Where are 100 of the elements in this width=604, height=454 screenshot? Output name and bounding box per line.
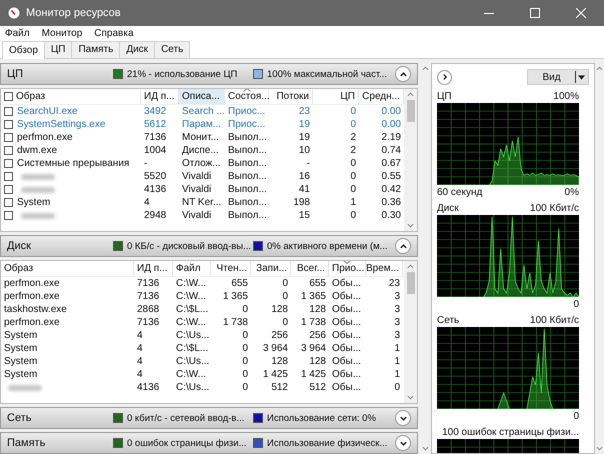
column-header[interactable]: Состоя... [225, 89, 269, 104]
scroll-down-icon[interactable] [422, 446, 429, 451]
table-cell: - [144, 158, 148, 169]
tab[interactable]: ЦП [44, 41, 72, 58]
table-cell: 7136 [137, 278, 160, 289]
table-cell: 3 964 [300, 343, 326, 354]
table-cell: 23 [388, 278, 400, 289]
table-cell: 2 [350, 132, 356, 143]
table-cell: 7136 [137, 317, 160, 328]
column-header[interactable]: Потоки [269, 89, 313, 104]
table-cell: Vivaldi [182, 210, 212, 221]
legend-text: Использование физическ... [267, 438, 388, 448]
table-cell: 2868 [137, 304, 160, 315]
column-header[interactable]: Описа... [179, 89, 225, 104]
table-cell: 0.30 [382, 210, 401, 221]
graph-scale: 100% [553, 90, 579, 102]
table-cell: C:\Us... [176, 382, 210, 393]
scroll-down-icon[interactable] [407, 223, 414, 228]
tab[interactable]: Обзор [2, 41, 45, 59]
tab[interactable]: Память [71, 41, 120, 58]
scroll-up-icon[interactable] [422, 66, 429, 71]
scroll-up-icon[interactable] [596, 66, 603, 71]
menu-item[interactable]: Справка [94, 28, 134, 39]
scroll-up-icon[interactable] [407, 92, 414, 97]
table-cell: 10 [298, 145, 310, 156]
menu-item[interactable]: Файл [5, 28, 30, 39]
gauge-icon [8, 7, 20, 19]
scroll-down-icon[interactable] [596, 446, 603, 451]
table-cell: System [4, 369, 38, 380]
table-cell: 0 [350, 119, 356, 130]
table-cell: 3 [394, 317, 400, 328]
table-cell: SystemSettings.exe [17, 119, 106, 130]
table-cell: 5612 [144, 119, 166, 130]
table-cell: 1 738 [300, 317, 326, 328]
chevron-up-icon [398, 242, 408, 250]
table-cell: Vivaldi [182, 171, 212, 182]
column-header[interactable]: Прио... [329, 261, 366, 276]
checkbox[interactable] [4, 133, 13, 142]
scroll-up-icon[interactable] [407, 264, 414, 269]
collapse-button[interactable] [395, 435, 411, 451]
checkbox[interactable] [4, 120, 13, 129]
section-header[interactable]: Диск 0 КБ/с - дисковый ввод-вы... 0% активного времени (м... [0, 235, 418, 257]
table-cell: 0 [350, 106, 356, 117]
table-cell: NT Ker... [182, 197, 222, 208]
checkbox[interactable] [4, 92, 13, 101]
menu-item[interactable]: Монитор [42, 28, 82, 39]
table-cell: C:\W... [176, 369, 206, 380]
section-header[interactable]: Память 0 ошибок страницы физи... Использование физическ... [0, 432, 418, 454]
checkbox[interactable] [4, 211, 13, 220]
checkbox[interactable] [4, 159, 13, 168]
checkbox[interactable] [4, 107, 13, 116]
scroll-thumb[interactable] [406, 272, 414, 294]
table-cell: Обы... [332, 291, 362, 302]
section-header[interactable]: ЦП 21% - использование ЦП 100% максимальной част... [0, 63, 418, 85]
scroll-down-icon[interactable] [407, 395, 414, 400]
table-cell: Выпол... [228, 210, 267, 221]
column-header[interactable]: Образ [1, 261, 134, 276]
column-header[interactable]: Врем... [366, 261, 403, 276]
checkbox[interactable] [4, 198, 13, 207]
table-cell: 0.74 [382, 145, 401, 156]
graph-scale: 100 Кбит/с [530, 202, 579, 214]
table-cell: Приос... [228, 106, 266, 117]
column-header[interactable]: Образ [1, 89, 141, 104]
column-header[interactable]: ИД п... [134, 261, 173, 276]
table-cell: 1 738 [222, 317, 248, 328]
close-icon[interactable] [576, 8, 586, 18]
graph-scale: 100 ошибок страницы физи... [442, 426, 579, 438]
table-cell: 0 [242, 343, 248, 354]
collapse-button[interactable] [395, 410, 411, 426]
expand-button[interactable] [437, 70, 452, 84]
section-header[interactable]: Сеть 0 кбит/с - сетевой ввод-в... Использование сети: 0% [0, 407, 418, 429]
table-cell: perfmon.exe [4, 291, 60, 302]
maximize-icon[interactable] [530, 8, 540, 18]
section-title: ЦП [7, 68, 24, 80]
table-cell: 1 [350, 197, 356, 208]
section-title: Память [7, 437, 46, 449]
column-header[interactable]: Чтен... [211, 261, 251, 276]
checkbox[interactable] [4, 172, 13, 181]
collapse-button[interactable] [395, 238, 411, 254]
graph-title: Диск [437, 202, 459, 214]
table-cell: Обы... [332, 382, 362, 393]
column-header[interactable]: Запи... [251, 261, 291, 276]
tab[interactable]: Сеть [154, 41, 190, 58]
table-cell: Выпол... [228, 171, 267, 182]
table-cell: 0 [242, 356, 248, 367]
graph-title: Сеть [437, 314, 460, 326]
table-cell: System [4, 343, 38, 354]
scroll-thumb[interactable] [406, 100, 414, 122]
column-header[interactable]: Файл [173, 261, 211, 276]
collapse-button[interactable] [395, 66, 411, 82]
table-cell: Парам... [182, 119, 222, 130]
checkbox[interactable] [4, 146, 13, 155]
table-cell: C:\W... [176, 278, 206, 289]
column-header[interactable]: Всег... [291, 261, 329, 276]
tab[interactable]: Диск [119, 41, 156, 58]
column-header[interactable]: ЦП [313, 89, 359, 104]
table-cell: 4 [144, 197, 150, 208]
view-button[interactable]: Вид [527, 69, 589, 85]
checkbox[interactable] [4, 185, 13, 194]
table-cell: Выпол... [228, 158, 267, 169]
